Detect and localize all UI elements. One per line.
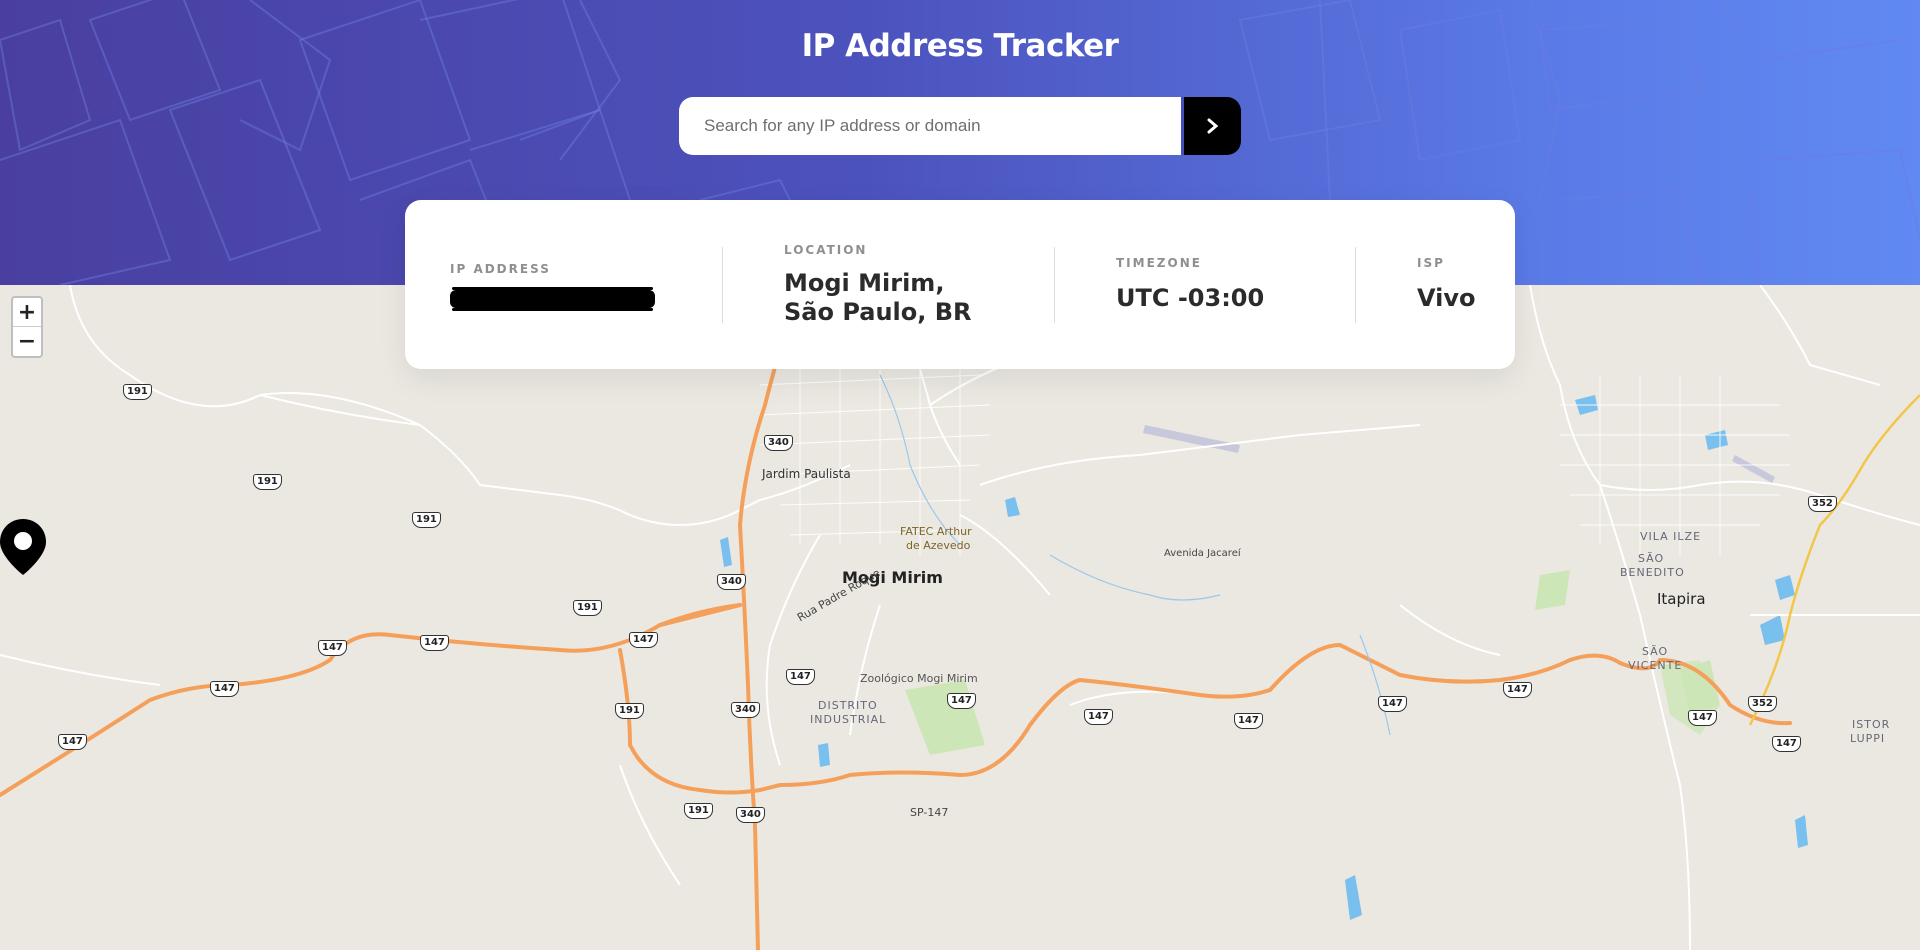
search-button[interactable]	[1181, 97, 1241, 155]
airstrip	[1732, 455, 1775, 483]
road-shield-147: 147	[1084, 709, 1113, 725]
road-shield-191: 191	[253, 474, 282, 490]
water-body	[1760, 615, 1785, 645]
park-area	[905, 680, 985, 755]
location-cell: LOCATION Mogi Mirim, São Paulo, BR	[723, 200, 1054, 369]
isp-value: Vivo	[1417, 284, 1476, 312]
water-body	[720, 537, 732, 567]
map-label-sp147: SP-147	[910, 806, 949, 819]
park-area	[1535, 570, 1570, 610]
map-canvas[interactable]	[0, 285, 1920, 950]
map-label-distrito-1: DISTRITO	[818, 699, 878, 712]
water-body	[1345, 875, 1362, 920]
timezone-label: TIMEZONE	[1116, 256, 1202, 270]
road-shield-147: 147	[318, 640, 347, 656]
road-shield-147: 147	[629, 632, 658, 648]
ip-address-cell: IP ADDRESS	[405, 200, 722, 369]
map-label-fatec-2: de Azevedo	[906, 539, 971, 552]
map-label-istor-2: LUPPI	[1850, 732, 1886, 745]
location-city: Mogi Mirim,	[784, 268, 945, 297]
map-label-itapira: Itapira	[1657, 590, 1706, 608]
isp-label: ISP	[1417, 256, 1445, 270]
isp-cell: ISP Vivo	[1356, 200, 1515, 369]
water-body	[1005, 497, 1020, 517]
road-shield-340: 340	[717, 574, 746, 590]
location-label: LOCATION	[784, 242, 868, 257]
chevron-right-icon	[1207, 118, 1218, 134]
road-shield-147: 147	[1688, 710, 1717, 726]
road-shield-352: 352	[1748, 696, 1777, 712]
water-body	[1705, 430, 1728, 450]
location-pin-icon	[0, 519, 46, 575]
road-shield-147: 147	[1378, 696, 1407, 712]
road-shield-147: 147	[210, 681, 239, 697]
road-shield-147: 147	[947, 693, 976, 709]
search-input[interactable]	[679, 97, 1181, 155]
map-label-sao-benedito-2: BENEDITO	[1620, 566, 1685, 579]
water-body	[1795, 815, 1808, 848]
map-label-fatec-1: FATEC Arthur	[900, 525, 972, 538]
map-label-jardim-paulista: Jardim Paulista	[762, 467, 851, 481]
info-card: IP ADDRESS LOCATION Mogi Mirim, São Paul…	[405, 200, 1515, 369]
road-shield-340: 340	[731, 702, 760, 718]
timezone-value: UTC -03:00	[1116, 284, 1265, 312]
water-body	[1775, 575, 1795, 600]
road-shield-147: 147	[420, 635, 449, 651]
road-shield-147: 147	[786, 669, 815, 685]
water-body	[818, 743, 830, 767]
zoom-in-button[interactable]: +	[13, 298, 41, 327]
ip-address-label: IP ADDRESS	[450, 261, 551, 276]
zoom-out-button[interactable]: −	[13, 327, 41, 356]
timezone-cell: TIMEZONE UTC -03:00	[1055, 200, 1355, 369]
road-shield-352: 352	[1808, 496, 1837, 512]
zoom-control: + −	[11, 296, 43, 358]
search-bar	[679, 97, 1241, 155]
road-shield-191: 191	[573, 600, 602, 616]
road-shield-340: 340	[764, 435, 793, 451]
road-shield-191: 191	[684, 803, 713, 819]
road-shield-147: 147	[1772, 736, 1801, 752]
map-label-istor-1: ISTOR	[1852, 718, 1891, 731]
map-label-zoologico: Zoológico Mogi Mirim	[860, 672, 978, 685]
road-shield-147: 147	[1503, 682, 1532, 698]
map-label-sao-vicente-1: SÃO	[1642, 645, 1669, 658]
road-shield-340: 340	[736, 807, 765, 823]
map-label-sao-benedito-1: SÃO	[1638, 552, 1665, 565]
map-label-distrito-2: INDUSTRIAL	[810, 713, 887, 726]
road-shield-147: 147	[1234, 713, 1263, 729]
map-label-avenida-jacarei: Avenida Jacareí	[1164, 548, 1241, 559]
road-shield-147: 147	[58, 734, 87, 750]
ip-address-value-redacted	[450, 286, 655, 311]
map-label-vila-ilze: VILA ILZE	[1640, 530, 1702, 543]
page-title: IP Address Tracker	[801, 28, 1119, 64]
road-shield-191: 191	[123, 384, 152, 400]
map-label-sao-vicente-2: VICENTE	[1628, 659, 1683, 672]
highway-yellow	[1748, 394, 1920, 726]
location-region: São Paulo, BR	[784, 297, 972, 326]
road-shield-191: 191	[615, 703, 644, 719]
road-shield-191: 191	[412, 512, 441, 528]
map[interactable]	[0, 285, 1920, 950]
